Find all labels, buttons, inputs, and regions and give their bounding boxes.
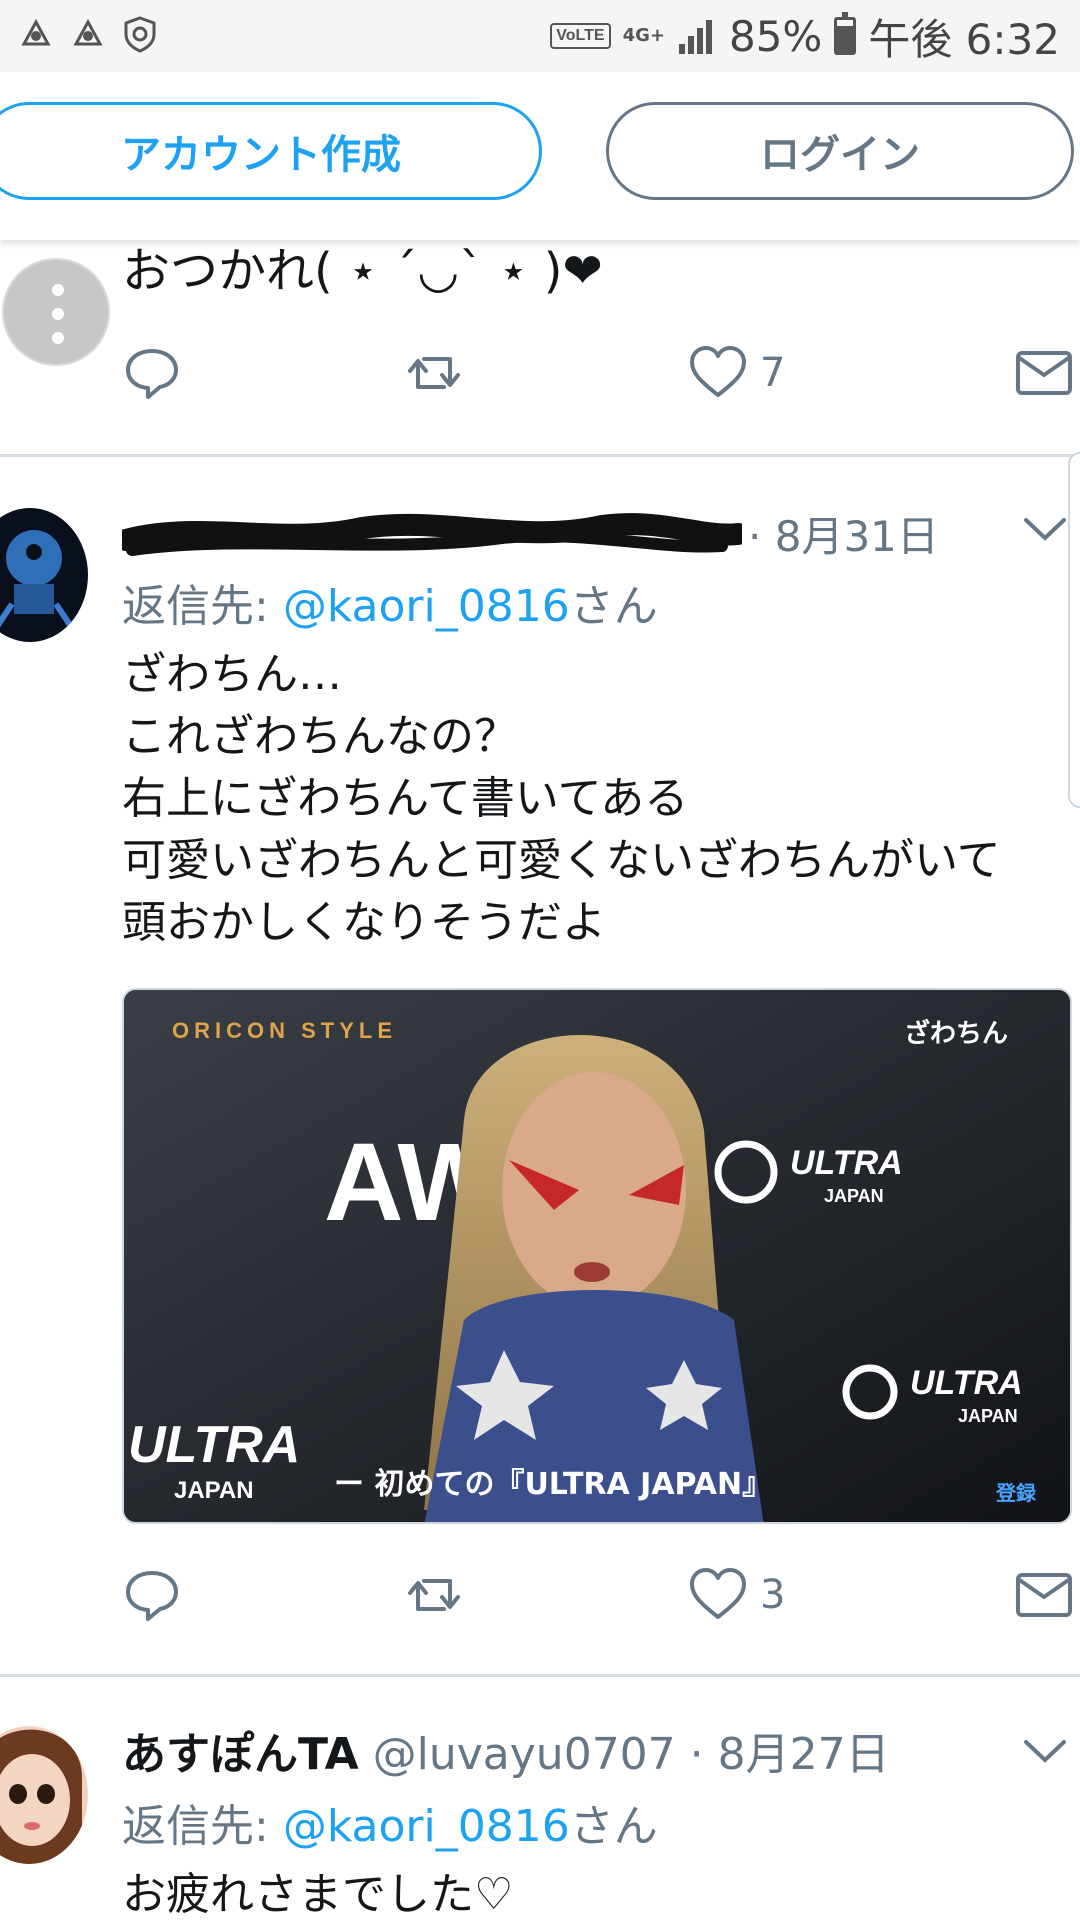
tweet-divider <box>0 1674 1080 1677</box>
like-count: 3 <box>760 1572 786 1618</box>
ultra-logo-text: ULTRA <box>128 1416 300 1474</box>
more-dot <box>52 308 64 320</box>
tweet-date: · 8月31日 <box>748 512 939 561</box>
avatar[interactable] <box>0 1726 88 1864</box>
dm-button[interactable] <box>1014 1560 1074 1630</box>
envelope-icon <box>1016 351 1072 395</box>
reply-button[interactable] <box>122 338 182 408</box>
login-button[interactable]: ログイン <box>606 102 1074 200</box>
oricon-logo: ORICON STYLE <box>172 1018 397 1043</box>
chevron-down-icon[interactable] <box>1022 1736 1068 1766</box>
display-name[interactable]: あすぽんTA <box>122 1729 359 1780</box>
signal-icon <box>678 20 712 54</box>
tweet-date[interactable]: 8月27日 <box>718 1729 890 1780</box>
shield-icon <box>124 16 156 53</box>
scrollbar[interactable] <box>1068 452 1080 808</box>
tweet-divider <box>0 454 1080 457</box>
tweet-actions: 3 <box>122 1560 1080 1630</box>
japan-logo-text: JAPAN <box>174 1477 254 1504</box>
separator: · <box>689 1729 704 1780</box>
signup-bar: アカウント作成 ログイン <box>0 72 1080 240</box>
status-right: VoLTE 4G+ 85% 午後 6:32 <box>550 10 1060 64</box>
tweet-body: お疲れさまでした♡ <box>122 1869 514 1920</box>
tweet-actions: 7 <box>122 338 1080 408</box>
user-handle[interactable]: @luvayu0707 <box>373 1729 676 1780</box>
japan-logo-text: JAPAN <box>958 1406 1018 1426</box>
name-tag: ざわちん <box>904 1018 1008 1049</box>
reply-button[interactable] <box>122 1560 182 1630</box>
status-bar: VoLTE 4G+ 85% 午後 6:32 <box>0 0 1080 72</box>
more-dot <box>52 284 64 296</box>
network-type: 4G+ <box>622 25 665 46</box>
reply-icon <box>126 349 178 399</box>
like-button[interactable]: 7 <box>688 338 785 408</box>
notification-icon <box>21 18 51 46</box>
heart-icon <box>690 346 746 397</box>
more-dot <box>52 332 64 344</box>
envelope-icon <box>1016 1573 1072 1617</box>
retweet-button[interactable] <box>404 1560 464 1630</box>
chevron-down-icon[interactable] <box>1022 514 1068 544</box>
tweet-header: あすぽんTA @luvayu0707 · 8月27日 <box>122 1724 890 1786</box>
battery-percent: 85% <box>728 11 823 61</box>
retweet-icon <box>408 357 460 389</box>
dm-button[interactable] <box>1014 338 1074 408</box>
reply-to-handle[interactable]: @kaori_0816 <box>283 581 570 632</box>
reply-to: 返信先: @kaori_0816さん <box>122 1801 658 1852</box>
video-caption: ー 初めての『ULTRA JAPAN』 <box>334 1467 772 1502</box>
like-count: 7 <box>760 350 786 396</box>
notification-icon <box>73 18 103 46</box>
clock: 午後 6:32 <box>868 14 1060 64</box>
reply-to: 返信先: @kaori_0816さん <box>122 581 658 632</box>
more-options-button[interactable] <box>2 258 110 366</box>
like-button[interactable]: 3 <box>688 1560 785 1630</box>
tweet-body: おつかれ( ⋆ ´◡` ⋆ )❤ <box>122 243 603 299</box>
japan-logo-text: JAPAN <box>824 1186 884 1206</box>
retweet-button[interactable] <box>404 338 464 408</box>
create-account-button[interactable]: アカウント作成 <box>0 102 542 200</box>
avatar-image <box>0 530 79 636</box>
volte-indicator: VoLTE <box>550 23 611 49</box>
reply-icon <box>126 1571 178 1621</box>
reply-to-handle[interactable]: @kaori_0816 <box>283 1801 570 1852</box>
tweet-body: ざわちん… これざわちんなの？ 右上にざわちんて書いてある 可愛いざわちんと可愛… <box>122 649 1001 948</box>
retweet-icon <box>408 1579 460 1611</box>
redacted-name <box>122 513 742 556</box>
avatar-image <box>0 1729 82 1864</box>
ultra-logo-text: ULTRA <box>790 1144 903 1182</box>
tweet-media[interactable]: AWA ORICON STYLE ざわちん ULTRA JAPAN ULTRA … <box>122 988 1072 1524</box>
heart-icon <box>690 1568 746 1619</box>
avatar[interactable] <box>0 508 88 642</box>
video-thumbnail: AWA ORICON STYLE ざわちん ULTRA JAPAN ULTRA … <box>124 990 1070 1522</box>
battery-icon <box>834 12 857 55</box>
ultra-logo-text: ULTRA <box>910 1364 1023 1402</box>
subscribe-badge: 登録 <box>995 1481 1037 1505</box>
